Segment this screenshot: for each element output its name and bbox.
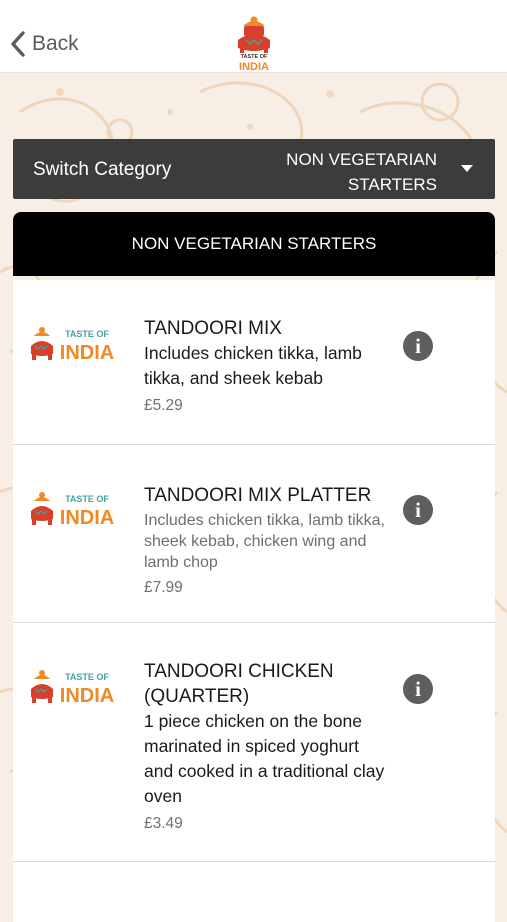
item-name: TANDOORI MIX PLATTER	[144, 485, 372, 506]
item-price: £3.49	[144, 815, 183, 832]
info-icon[interactable]: i	[403, 495, 433, 525]
selected-category-line2: STARTERS	[347, 175, 437, 194]
switch-category-dropdown[interactable]: Switch Category NON VEGETARIAN STARTERS	[13, 139, 495, 199]
svg-text:TASTE OF: TASTE OF	[65, 494, 109, 504]
menu-item[interactable]: TASTE OF INDIA TANDOORI MIX PLATTER Incl…	[13, 445, 495, 623]
selected-category: NON VEGETARIAN STARTERS	[237, 147, 437, 197]
chevron-left-icon	[11, 31, 25, 57]
svg-text:INDIA: INDIA	[60, 685, 114, 707]
svg-text:INDIA: INDIA	[60, 507, 114, 529]
svg-text:TASTE OF: TASTE OF	[65, 672, 109, 682]
item-description: Includes chicken tikka, lamb tikka, and …	[144, 343, 362, 388]
back-button[interactable]: Back	[10, 28, 79, 60]
menu-item[interactable]	[13, 862, 495, 922]
svg-text:INDIA: INDIA	[239, 61, 269, 72]
item-name: TANDOORI MIX	[144, 318, 282, 339]
svg-text:INDIA: INDIA	[60, 342, 114, 364]
item-description: 1 piece chicken on the bone marinated in…	[144, 711, 385, 806]
menu-item[interactable]: TASTE OF INDIA TANDOORI MIX Includes chi…	[13, 280, 495, 445]
item-price: £5.29	[144, 397, 183, 414]
caret-down-icon	[461, 165, 473, 172]
menu-item-list: TASTE OF INDIA TANDOORI MIX Includes chi…	[13, 280, 495, 922]
switch-category-label: Switch Category	[33, 159, 172, 180]
back-label: Back	[32, 32, 79, 55]
selected-category-line1: NON VEGETARIAN	[286, 150, 437, 169]
app-header: Back TASTE OF INDIA	[0, 0, 507, 73]
category-title: NON VEGETARIAN STARTERS	[13, 212, 495, 276]
taste-of-india-thumbnail: TASTE OF INDIA	[31, 670, 114, 707]
menu-item[interactable]: TASTE OF INDIA TANDOORI CHICKEN (QUARTER…	[13, 623, 495, 862]
taste-of-india-thumbnail: TASTE OF INDIA	[31, 327, 114, 364]
taste-of-india-logo: TASTE OF INDIA	[238, 16, 270, 72]
info-icon[interactable]: i	[403, 331, 433, 361]
svg-text:TASTE OF: TASTE OF	[241, 54, 268, 60]
taste-of-india-thumbnail: TASTE OF INDIA	[31, 492, 114, 529]
info-icon[interactable]: i	[403, 674, 433, 704]
svg-text:TASTE OF: TASTE OF	[65, 329, 109, 339]
item-price: £7.99	[144, 579, 183, 596]
item-name: TANDOORI CHICKEN (QUARTER)	[144, 661, 334, 707]
item-description: Includes chicken tikka, lamb tikka, shee…	[144, 512, 385, 571]
